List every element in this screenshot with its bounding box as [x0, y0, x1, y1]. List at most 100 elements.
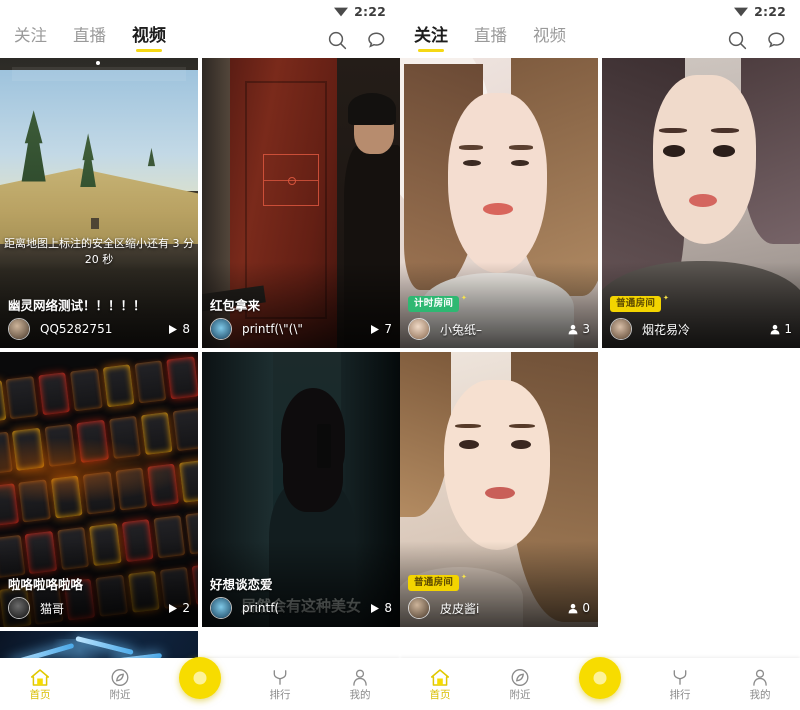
play-count-value: 8: [384, 601, 392, 615]
play-count-value: 7: [384, 322, 392, 336]
play-icon: [168, 324, 178, 335]
tab-shipin[interactable]: 视频: [132, 28, 166, 52]
nav-item-nearby[interactable]: 附近: [80, 668, 160, 701]
tab-bar-actions: [728, 31, 786, 50]
viewer-icon: [770, 324, 780, 335]
nav-label-home: 首页: [430, 690, 451, 701]
bottom-nav-bar: 首页 附近 排行 我的: [400, 658, 800, 710]
video-thumbnail-tech: [0, 631, 198, 658]
search-icon[interactable]: [728, 31, 747, 50]
video-card-footer: printf( 8: [210, 596, 392, 620]
top-tab-bar: 关注 直播 视频: [400, 22, 800, 58]
wifi-icon: [334, 6, 348, 17]
live-card[interactable]: 普通房间 皮皮酱i 0: [400, 352, 598, 627]
play-count-value: 2: [182, 601, 190, 615]
nav-label-ranking: 排行: [670, 690, 691, 701]
live-card[interactable]: 计时房间 小兔纸– 3: [400, 58, 598, 348]
viewer-count: 3: [568, 322, 590, 336]
play-count: 8: [370, 601, 392, 615]
record-fab-icon[interactable]: [179, 657, 221, 699]
live-card[interactable]: 普通房间 烟花易冷 1: [602, 58, 800, 348]
nav-label-mine: 我的: [350, 690, 371, 701]
avatar[interactable]: [210, 318, 232, 340]
video-title: 啦咯啦咯啦咯: [8, 574, 190, 593]
compass-icon: [110, 668, 130, 687]
nav-item-ranking[interactable]: 排行: [640, 668, 720, 701]
feed-empty-slot: [602, 352, 800, 627]
play-icon: [168, 603, 178, 614]
message-icon[interactable]: [767, 31, 786, 50]
video-feed-grid[interactable]: 距离地图上标注的安全区缩小还有 3 分 20 秒 幽灵网络测试！！！！！ QQ5…: [0, 58, 400, 658]
video-card-partial[interactable]: [0, 631, 198, 658]
avatar[interactable]: [408, 597, 430, 619]
video-card[interactable]: 居然会有这种美女 好想谈恋爱 printf( 8: [202, 352, 400, 627]
nav-item-record[interactable]: [560, 669, 640, 699]
video-author: printf(: [242, 601, 279, 615]
viewer-count: 1: [770, 322, 792, 336]
play-count: 2: [168, 601, 190, 615]
compass-icon: [510, 668, 530, 687]
tab-zhibo[interactable]: 直播: [73, 28, 106, 52]
avatar[interactable]: [8, 318, 30, 340]
video-title: 幽灵网络测试！！！！！: [8, 295, 190, 314]
wifi-icon: [734, 6, 748, 17]
viewer-icon: [568, 603, 578, 614]
avatar[interactable]: [8, 597, 30, 619]
tab-guanzhu[interactable]: 关注: [414, 28, 448, 52]
person-icon: [350, 668, 370, 687]
nav-item-nearby[interactable]: 附近: [480, 668, 560, 701]
room-type-badge: 计时房间: [408, 296, 459, 312]
viewer-icon: [568, 324, 578, 335]
play-icon: [370, 603, 380, 614]
nav-label-home: 首页: [30, 690, 51, 701]
play-count: 8: [168, 322, 190, 336]
tab-zhibo[interactable]: 直播: [474, 28, 507, 52]
video-card[interactable]: 啦咯啦咯啦咯 猫哥 2: [0, 352, 198, 627]
status-bar: 2:22: [400, 0, 800, 22]
video-card[interactable]: 距离地图上标注的安全区缩小还有 3 分 20 秒 幽灵网络测试！！！！！ QQ5…: [0, 58, 198, 348]
record-fab-icon[interactable]: [579, 657, 621, 699]
video-author: printf(\"(\": [242, 322, 303, 336]
video-author: QQ5282751: [40, 322, 112, 336]
nav-item-ranking[interactable]: 排行: [240, 668, 320, 701]
top-tab-bar: 关注 直播 视频: [0, 22, 400, 58]
avatar[interactable]: [610, 318, 632, 340]
tab-bar-actions: [328, 31, 386, 50]
search-icon[interactable]: [328, 31, 347, 50]
viewer-count: 0: [568, 601, 590, 615]
nav-label-nearby: 附近: [510, 690, 531, 701]
tab-guanzhu[interactable]: 关注: [14, 28, 47, 52]
tab-shipin[interactable]: 视频: [533, 28, 566, 52]
live-feed-grid[interactable]: 计时房间 小兔纸– 3: [400, 58, 800, 658]
dual-screenshot-container: 2:22 关注 直播 视频: [0, 0, 800, 710]
video-card[interactable]: 红包拿来 printf(\"(\" 7: [202, 58, 400, 348]
viewer-count-value: 0: [582, 601, 590, 615]
message-icon[interactable]: [367, 31, 386, 50]
status-time: 2:22: [754, 4, 786, 19]
nav-item-mine[interactable]: 我的: [320, 668, 400, 701]
play-count: 7: [370, 322, 392, 336]
bottom-nav-bar: 首页 附近 排行 我的: [0, 658, 400, 710]
video-card-footer: 猫哥 2: [8, 596, 190, 620]
nav-label-nearby: 附近: [110, 690, 131, 701]
status-time: 2:22: [354, 4, 386, 19]
room-type-badge: 普通房间: [610, 296, 661, 312]
person-icon: [750, 668, 770, 687]
nav-label-mine: 我的: [750, 690, 771, 701]
video-title: 红包拿来: [210, 295, 392, 314]
live-host-name: 烟花易冷: [642, 321, 690, 338]
home-icon: [430, 668, 450, 687]
nav-item-record[interactable]: [160, 669, 240, 699]
nav-item-home[interactable]: 首页: [0, 668, 80, 701]
room-type-badge: 普通房间: [408, 575, 459, 591]
video-card-footer: QQ5282751 8: [8, 317, 190, 341]
avatar[interactable]: [210, 597, 232, 619]
feed-empty-slot: [202, 631, 400, 658]
nav-item-home[interactable]: 首页: [400, 668, 480, 701]
nav-item-mine[interactable]: 我的: [720, 668, 800, 701]
play-count-value: 8: [182, 322, 190, 336]
live-card-footer: 皮皮酱i 0: [408, 596, 590, 620]
avatar[interactable]: [408, 318, 430, 340]
phone-screen-live: 2:22 关注 直播 视频: [400, 0, 800, 710]
tab-list: 关注 直播 视频: [414, 28, 566, 52]
